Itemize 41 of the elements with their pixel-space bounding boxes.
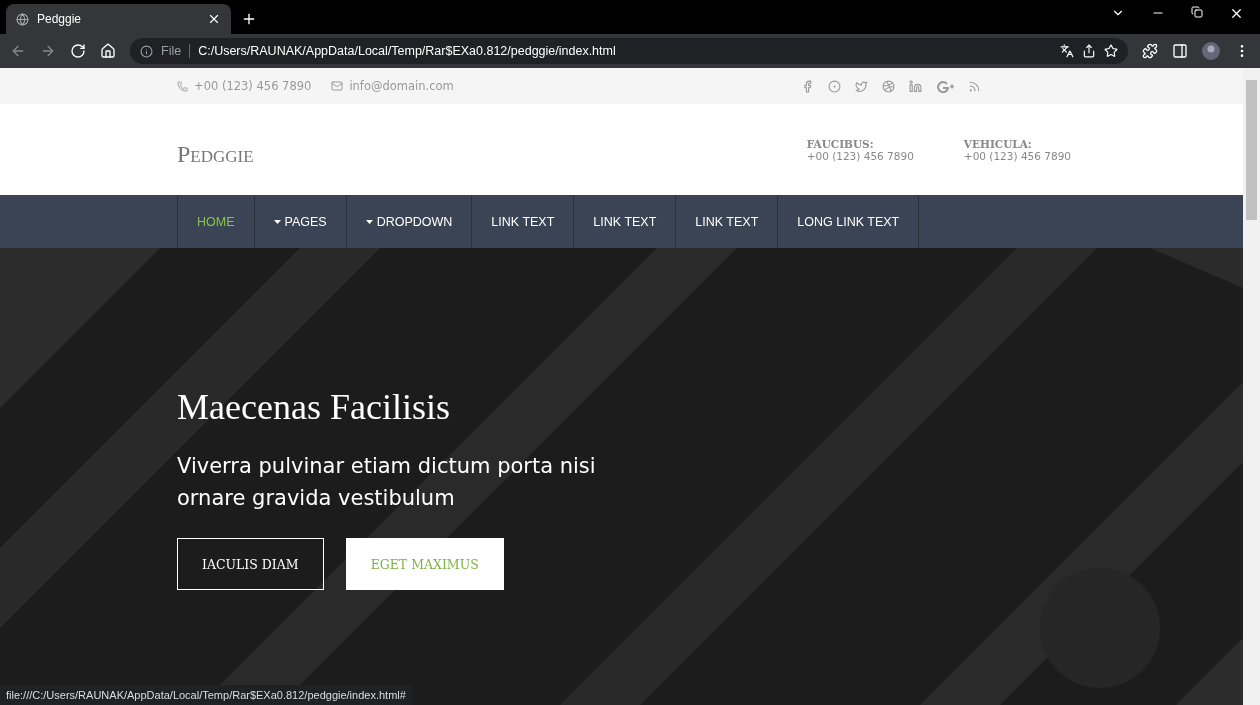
browser-tab[interactable]: Pedggie [6,4,231,34]
scheme-label: File [161,44,191,58]
dribbble-icon[interactable] [882,79,895,93]
url-text: C:/Users/RAUNAK/AppData/Local/Temp/Rar$EXa0.812/pedggie/index.html [198,44,616,58]
hero-title: Maecenas Facilisis [177,386,450,428]
twitter-icon[interactable] [855,79,868,93]
caret-icon [273,219,281,224]
share-icon[interactable] [1082,44,1096,58]
contact-phone: +00 (123) 456 7890 [806,149,914,162]
email-text: info@domain.com [349,79,454,93]
address-bar[interactable]: File C:/Users/RAUNAK/AppData/Local/Temp/Rar$EXa0.812/pedggie/index.html [130,38,1128,64]
status-url: file:///C:/Users/RAUNAK/AppData/Local/Temp/Rar$EXa0.812/pedggie/index.html# [0,685,412,705]
caret-icon [365,219,373,224]
phone-text: +00 (123) 456 7890 [194,79,312,93]
linkedin-icon[interactable] [909,79,922,93]
star-icon[interactable] [1104,44,1118,58]
new-tab-icon[interactable] [241,11,257,27]
facebook-icon[interactable] [801,79,814,93]
google-plus-icon[interactable] [936,79,954,93]
restore-icon[interactable] [1191,5,1203,18]
reload-icon[interactable] [70,43,86,59]
side-panel-icon[interactable] [1172,43,1188,59]
forward-icon[interactable] [40,43,56,59]
contact-label: FAUCIBUS: [806,137,875,150]
info-icon [140,44,153,58]
close-icon[interactable] [207,12,221,26]
tab-title: Pedggie [37,12,83,26]
hero-button[interactable]: IACULIS DIAM [177,538,324,590]
back-icon[interactable] [10,43,26,59]
puzzle-icon[interactable] [1142,43,1158,59]
home-icon[interactable] [100,43,116,59]
site-logo[interactable]: Pedggie [177,141,254,168]
phone-icon [177,80,188,92]
globe-icon [16,12,29,26]
scrollbar[interactable] [1243,68,1260,705]
mail-icon [331,80,344,92]
translate-icon[interactable] [1060,44,1074,58]
avatar-icon[interactable] [1202,42,1220,60]
hero-subtitle: Viverra pulvinar etiam dictum porta nisi ornare gravida vestibulum [177,453,597,512]
contact-phone: +00 (123) 456 7890 [963,149,1071,162]
contact-label: VEHICULA: [963,137,1033,150]
